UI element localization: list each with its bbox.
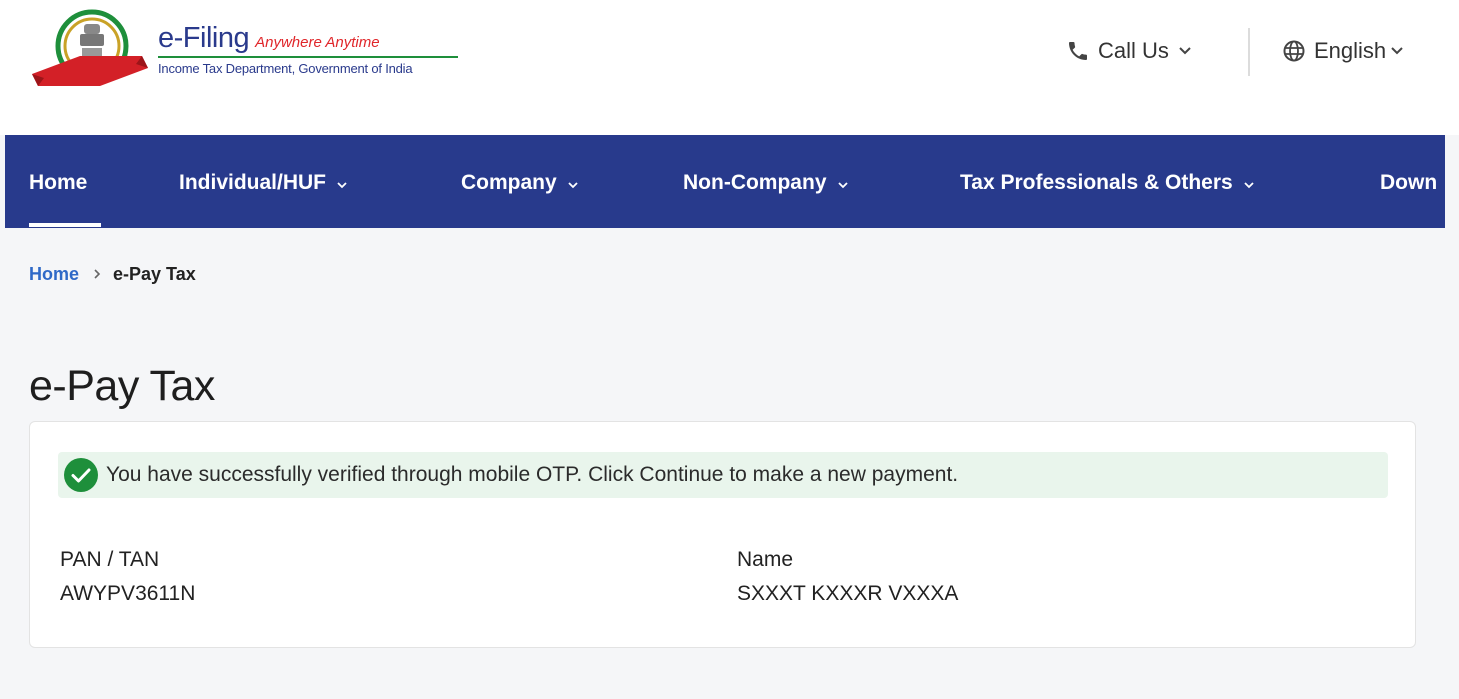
pan-tan-value: AWYPV3611N: [60, 582, 196, 605]
nav-item-label: Company: [461, 171, 557, 194]
nav-item-tax-professionals[interactable]: Tax Professionals & Others: [960, 171, 1255, 195]
nav-item-label: Non-Company: [683, 171, 827, 194]
nav-item-label: Individual/HUF: [179, 171, 326, 194]
name-value: SXXXT KXXXR VXXXA: [737, 582, 959, 605]
language-label: English: [1314, 38, 1387, 63]
success-alert: You have successfully verified through m…: [58, 452, 1388, 498]
call-us-label: Call Us: [1098, 38, 1169, 63]
brand-divider: [158, 56, 458, 58]
chevron-down-icon: [567, 171, 579, 195]
verification-card: You have successfully verified through m…: [29, 421, 1416, 648]
chevron-down-icon: [837, 171, 849, 195]
name-field: Name SXXXT KXXXR VXXXA: [737, 548, 958, 606]
breadcrumb-current: e-Pay Tax: [113, 264, 196, 284]
income-tax-emblem-logo[interactable]: [30, 8, 150, 92]
nav-item-label: Down: [1380, 171, 1438, 194]
brand-block: e-Filing Anywhere Anytime Income Tax Dep…: [158, 22, 458, 76]
chevron-down-icon: [1178, 46, 1192, 56]
site-header: e-Filing Anywhere Anytime Income Tax Dep…: [0, 0, 1459, 135]
language-dropdown[interactable]: English: [1282, 38, 1404, 64]
nav-item-downloads[interactable]: Down: [1380, 171, 1437, 195]
nav-item-label: Home: [29, 171, 88, 194]
chevron-down-icon: [336, 171, 348, 195]
pan-tan-field: PAN / TAN AWYPV3611N: [60, 548, 195, 606]
brand-subtitle: Income Tax Department, Government of Ind…: [158, 61, 413, 76]
main-nav: Home Individual/HUF Company Non-Company …: [5, 135, 1445, 228]
chevron-right-icon: [93, 264, 101, 285]
brand-title: e-Filing: [158, 22, 250, 54]
breadcrumb: Home e-Pay Tax: [29, 264, 196, 285]
nav-item-individual-huf[interactable]: Individual/HUF: [179, 171, 348, 195]
name-label: Name: [737, 548, 794, 571]
nav-item-label: Tax Professionals & Others: [960, 171, 1233, 194]
nav-active-indicator: [29, 223, 101, 227]
breadcrumb-home-link[interactable]: Home: [29, 264, 79, 285]
globe-icon: [1282, 39, 1306, 63]
pan-tan-label: PAN / TAN: [60, 548, 160, 571]
check-circle-icon: [61, 455, 101, 495]
brand-tagline: Anywhere Anytime: [255, 34, 380, 51]
nav-item-non-company[interactable]: Non-Company: [683, 171, 849, 195]
call-us-dropdown[interactable]: Call Us: [1066, 38, 1192, 64]
nav-item-company[interactable]: Company: [461, 171, 579, 195]
phone-icon: [1066, 39, 1090, 63]
nav-item-home[interactable]: Home: [29, 171, 87, 195]
chevron-down-icon: [1243, 171, 1255, 195]
success-alert-message: You have successfully verified through m…: [106, 463, 959, 486]
page-title: e-Pay Tax: [29, 362, 215, 410]
chevron-down-icon: [1390, 46, 1404, 56]
header-divider: [1248, 28, 1250, 76]
